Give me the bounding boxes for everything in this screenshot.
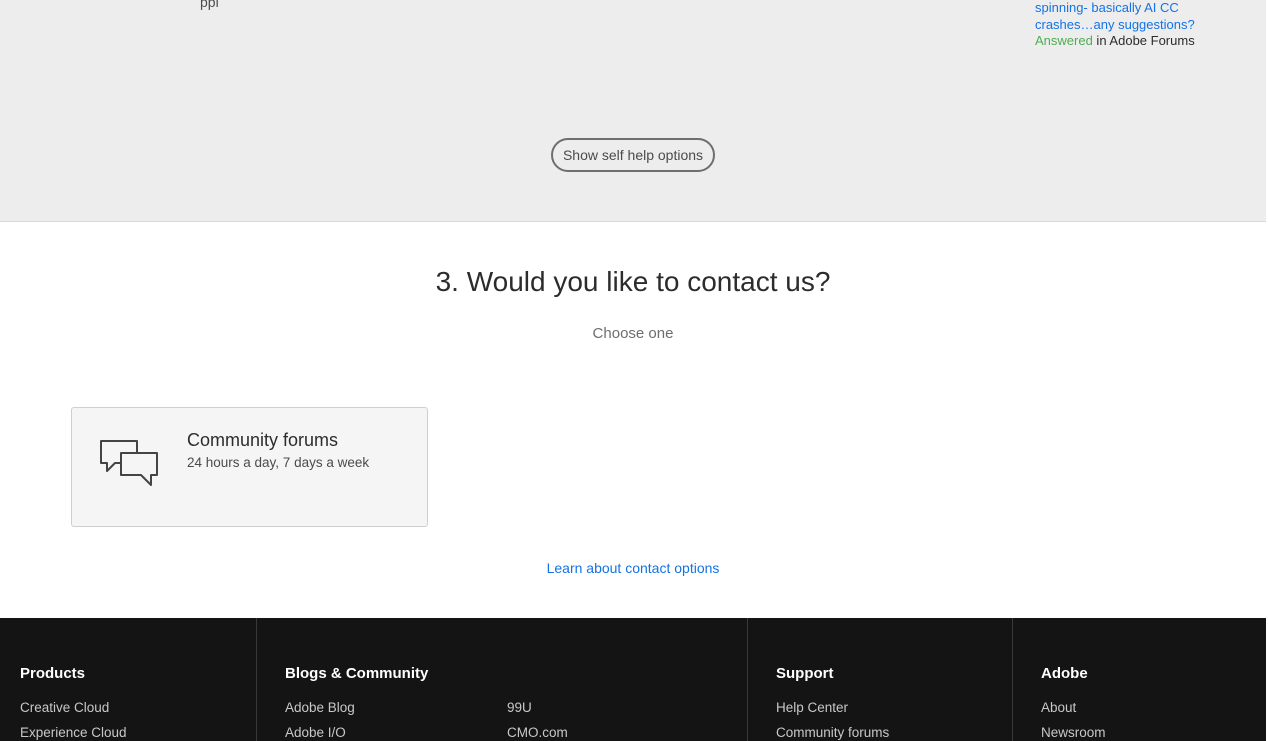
footer-heading-adobe: Adobe	[1041, 665, 1088, 682]
footer-link-cmo[interactable]: CMO.com	[507, 725, 568, 740]
footer-link-experience-cloud[interactable]: Experience Cloud	[20, 725, 127, 740]
chat-bubbles-icon	[100, 440, 158, 486]
footer-link-adobe-blog[interactable]: Adobe Blog	[285, 700, 355, 715]
footer-col-adobe: Adobe About Newsroom	[1012, 618, 1266, 741]
option-description: 24 hours a day, 7 days a week	[187, 455, 370, 470]
forum-result-meta: Answered in Adobe Forums	[1035, 33, 1195, 48]
show-self-help-button[interactable]: Show self help options	[551, 138, 715, 172]
footer-link-community-forums[interactable]: Community forums	[776, 725, 889, 740]
forum-result-title-line1: spinning- basically AI CC	[1035, 0, 1179, 15]
contact-section: 3. Would you like to contact us? Choose …	[0, 223, 1266, 618]
footer-heading-blogs: Blogs & Community	[285, 665, 429, 682]
footer-link-help-center[interactable]: Help Center	[776, 700, 848, 715]
contact-subtitle: Choose one	[592, 325, 674, 342]
forum-result-link[interactable]: spinning- basically AI CC crashes…any su…	[1035, 0, 1235, 33]
footer: Products Creative Cloud Experience Cloud…	[0, 618, 1266, 741]
footer-link-creative-cloud[interactable]: Creative Cloud	[20, 700, 109, 715]
footer-heading-support: Support	[776, 665, 834, 682]
footer-link-newsroom[interactable]: Newsroom	[1041, 725, 1106, 740]
footer-col-blogs: Blogs & Community Adobe Blog Adobe I/O 9…	[256, 618, 747, 741]
footer-link-adobe-io[interactable]: Adobe I/O	[285, 725, 346, 740]
footer-col-support: Support Help Center Community forums	[747, 618, 1012, 741]
community-forums-option[interactable]: Community forums 24 hours a day, 7 days …	[71, 407, 428, 527]
footer-col-products: Products Creative Cloud Experience Cloud	[0, 618, 256, 741]
partial-text: ppl	[200, 0, 219, 10]
option-title: Community forums	[187, 430, 339, 450]
footer-link-about[interactable]: About	[1041, 700, 1076, 715]
self-help-section: ppl spinning- basically AI CC crashes…an…	[0, 0, 1266, 222]
footer-heading-products: Products	[20, 665, 86, 682]
contact-title: 3. Would you like to contact us?	[435, 266, 831, 297]
footer-link-99u[interactable]: 99U	[507, 700, 532, 715]
forum-result: spinning- basically AI CC crashes…any su…	[1035, 0, 1235, 50]
forum-location: in Adobe Forums	[1092, 33, 1195, 48]
answered-badge: Answered	[1035, 33, 1093, 48]
forum-result-title-line2: crashes…any suggestions?	[1035, 16, 1195, 32]
learn-contact-options-link[interactable]: Learn about contact options	[0, 560, 1266, 576]
